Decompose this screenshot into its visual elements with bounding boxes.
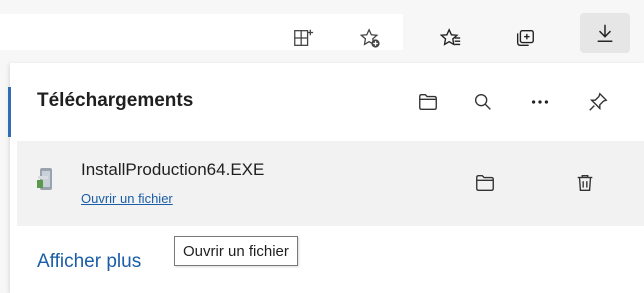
delete-icon[interactable] — [570, 168, 600, 198]
downloads-button[interactable] — [580, 13, 630, 53]
address-bar[interactable] — [0, 14, 403, 50]
open-folder-icon[interactable] — [413, 87, 443, 117]
pin-icon[interactable] — [583, 87, 613, 117]
tooltip: Ouvrir un fichier — [174, 236, 298, 266]
download-file-name: InstallProduction64.EXE — [81, 160, 265, 179]
show-more-link[interactable]: Afficher plus — [37, 251, 141, 273]
downloads-icon — [597, 24, 613, 42]
collections-icon[interactable] — [507, 20, 543, 56]
split-screen-icon[interactable] — [285, 20, 321, 56]
search-icon[interactable] — [468, 87, 498, 117]
installer-file-icon — [34, 165, 56, 193]
favorites-icon[interactable] — [433, 20, 469, 56]
download-item-row[interactable] — [17, 141, 644, 226]
browser-toolbar — [0, 0, 644, 63]
panel-title: Téléchargements — [37, 90, 194, 111]
show-in-folder-icon[interactable] — [470, 168, 500, 198]
open-file-link[interactable]: Ouvrir un fichier — [81, 191, 173, 206]
more-options-icon[interactable] — [525, 87, 555, 117]
add-favorite-icon[interactable] — [352, 20, 388, 56]
panel-focus-accent — [8, 87, 11, 137]
